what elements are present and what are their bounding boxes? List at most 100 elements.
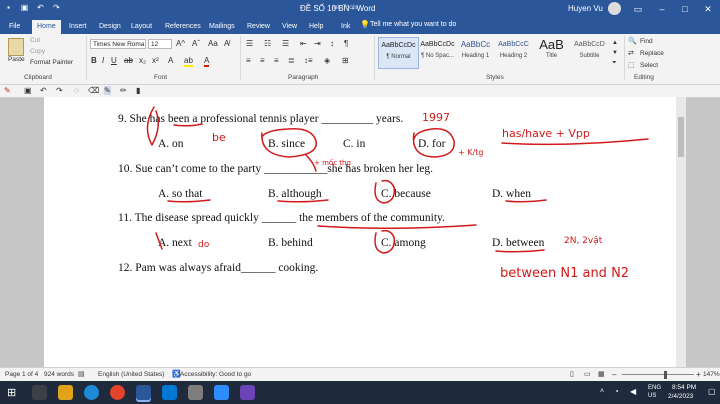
- tab-design[interactable]: Design: [94, 20, 126, 34]
- clock-time[interactable]: 8:54 PM: [672, 384, 696, 391]
- clock-date[interactable]: 2/4/2023: [668, 393, 693, 400]
- zoom-out-icon[interactable]: –: [612, 370, 616, 379]
- highlight-icon[interactable]: ab: [184, 56, 193, 67]
- chrome-icon[interactable]: [110, 385, 125, 400]
- eraser-icon[interactable]: ⌫: [88, 86, 99, 95]
- font-color-icon[interactable]: A: [204, 56, 210, 67]
- shading-icon[interactable]: ◈: [324, 56, 330, 65]
- tab-file[interactable]: File: [4, 20, 25, 34]
- highlighter-icon[interactable]: ▮: [136, 86, 140, 95]
- line-spacing-icon[interactable]: ↕≡: [304, 56, 313, 65]
- tab-review[interactable]: Review: [242, 20, 275, 34]
- ribbon-display-options-icon[interactable]: ▭: [628, 2, 648, 16]
- strikethrough-icon[interactable]: ab: [124, 56, 133, 65]
- styles-more-icon[interactable]: ⏷: [612, 60, 617, 67]
- subscript-icon[interactable]: x₂: [139, 56, 146, 65]
- autosave-icon[interactable]: ▪: [4, 3, 13, 12]
- styles-scroll-up-icon[interactable]: ▲: [612, 40, 618, 46]
- pen-red-icon[interactable]: ✎: [4, 86, 11, 95]
- redo-icon[interactable]: ↷: [52, 3, 61, 12]
- tab-references[interactable]: References: [160, 20, 206, 34]
- wifi-icon[interactable]: ◔: [614, 387, 619, 396]
- proofing-icon[interactable]: ▤: [78, 370, 85, 378]
- app-icon[interactable]: [240, 385, 255, 400]
- windows-start-icon[interactable]: ⊞: [7, 386, 16, 399]
- align-center-icon[interactable]: ≡: [260, 56, 265, 65]
- pencil-icon[interactable]: ✏: [120, 86, 127, 95]
- format-painter-button[interactable]: Format Painter: [30, 59, 73, 66]
- lasso-icon[interactable]: ◌: [74, 86, 79, 95]
- tab-view[interactable]: View: [277, 20, 302, 34]
- word-count[interactable]: 924 words: [44, 371, 74, 378]
- increase-indent-icon[interactable]: ⇥: [314, 39, 321, 48]
- read-mode-icon[interactable]: ▯: [570, 370, 574, 378]
- pen-tool-icon[interactable]: ✎: [104, 86, 111, 95]
- align-right-icon[interactable]: ≡: [274, 56, 279, 65]
- language[interactable]: English (United States): [98, 371, 164, 378]
- find-icon[interactable]: 🔍: [628, 37, 637, 45]
- tab-home[interactable]: Home: [32, 20, 61, 34]
- tell-me-search[interactable]: Tell me what you want to do: [370, 21, 456, 28]
- shrink-font-icon[interactable]: Aˇ: [192, 39, 200, 48]
- clear-formatting-icon[interactable]: A̸: [224, 39, 229, 48]
- style-no-spacing[interactable]: AaBbCcDc ¶ No Spac...: [418, 37, 457, 67]
- app-icon[interactable]: [188, 385, 203, 400]
- zoom-in-icon[interactable]: +: [696, 370, 701, 379]
- sort-icon[interactable]: ↕: [330, 39, 334, 48]
- underline-icon[interactable]: U: [111, 56, 117, 65]
- maximize-icon[interactable]: □: [675, 2, 695, 16]
- change-case-icon[interactable]: Aa: [208, 39, 218, 48]
- redo-small-icon[interactable]: ↷: [56, 86, 63, 95]
- volume-icon[interactable]: ◀: [630, 387, 636, 396]
- style-heading-2[interactable]: AaBbCcC Heading 2: [494, 37, 533, 67]
- web-layout-icon[interactable]: ▦: [598, 370, 605, 378]
- copy-button[interactable]: Copy: [30, 48, 45, 55]
- minimize-icon[interactable]: –: [652, 2, 672, 16]
- find-button[interactable]: Find: [640, 38, 653, 45]
- replace-button[interactable]: Replace: [640, 50, 664, 57]
- accessibility-status[interactable]: Accessibility: Good to go: [180, 371, 251, 378]
- font-size-select[interactable]: 12: [148, 39, 172, 49]
- vertical-scrollbar[interactable]: [676, 97, 686, 367]
- edge-icon[interactable]: [84, 385, 99, 400]
- decrease-indent-icon[interactable]: ⇤: [300, 39, 307, 48]
- replace-icon[interactable]: ⇄: [628, 49, 634, 57]
- text-effects-icon[interactable]: A: [168, 56, 173, 65]
- scroll-thumb[interactable]: [678, 117, 684, 157]
- numbering-icon[interactable]: ☷: [264, 39, 271, 48]
- tray-chevron-icon[interactable]: ˄: [600, 388, 604, 395]
- justify-icon[interactable]: ≣: [288, 56, 295, 65]
- undo-small-icon[interactable]: ↶: [40, 86, 47, 95]
- print-layout-icon[interactable]: ▭: [584, 370, 591, 378]
- style-subtitle[interactable]: AaBbCcD Subtitle: [570, 37, 609, 67]
- notifications-icon[interactable]: ▢: [708, 387, 716, 396]
- close-icon[interactable]: ✕: [698, 2, 718, 16]
- bold-icon[interactable]: B: [91, 56, 97, 65]
- align-left-icon[interactable]: ≡: [246, 56, 251, 65]
- paste-button[interactable]: Paste: [8, 56, 25, 63]
- bullets-icon[interactable]: ☰: [246, 39, 253, 48]
- select-button[interactable]: Select: [640, 62, 658, 69]
- grow-font-icon[interactable]: A^: [176, 39, 185, 48]
- cut-button[interactable]: Cut: [30, 37, 40, 44]
- zoom-slider-thumb[interactable]: [664, 371, 667, 379]
- input-language[interactable]: ENG US: [648, 384, 661, 400]
- paste-icon[interactable]: [8, 38, 24, 56]
- tab-mailings[interactable]: Mailings: [204, 20, 240, 34]
- word-taskbar-icon[interactable]: [136, 385, 151, 400]
- zalo-icon[interactable]: [162, 385, 177, 400]
- font-name-select[interactable]: Times New Roma: [90, 39, 146, 49]
- file-explorer-icon[interactable]: [58, 385, 73, 400]
- zoom-level[interactable]: 147%: [703, 371, 720, 378]
- style-title[interactable]: AaB Title: [532, 37, 571, 67]
- tab-ink[interactable]: Ink: [336, 20, 355, 34]
- italic-icon[interactable]: I: [102, 56, 104, 65]
- borders-icon[interactable]: ⊞: [342, 56, 349, 65]
- superscript-icon[interactable]: x²: [152, 56, 159, 65]
- save-icon[interactable]: ▣: [20, 3, 29, 12]
- document-page[interactable]: 9. She has been a professional tennis pl…: [44, 97, 676, 367]
- task-view-icon[interactable]: [32, 385, 47, 400]
- style-heading-1[interactable]: AaBbCc Heading 1: [456, 37, 495, 67]
- undo-icon[interactable]: ↶: [36, 3, 45, 12]
- page-count[interactable]: Page 1 of 4: [5, 371, 38, 378]
